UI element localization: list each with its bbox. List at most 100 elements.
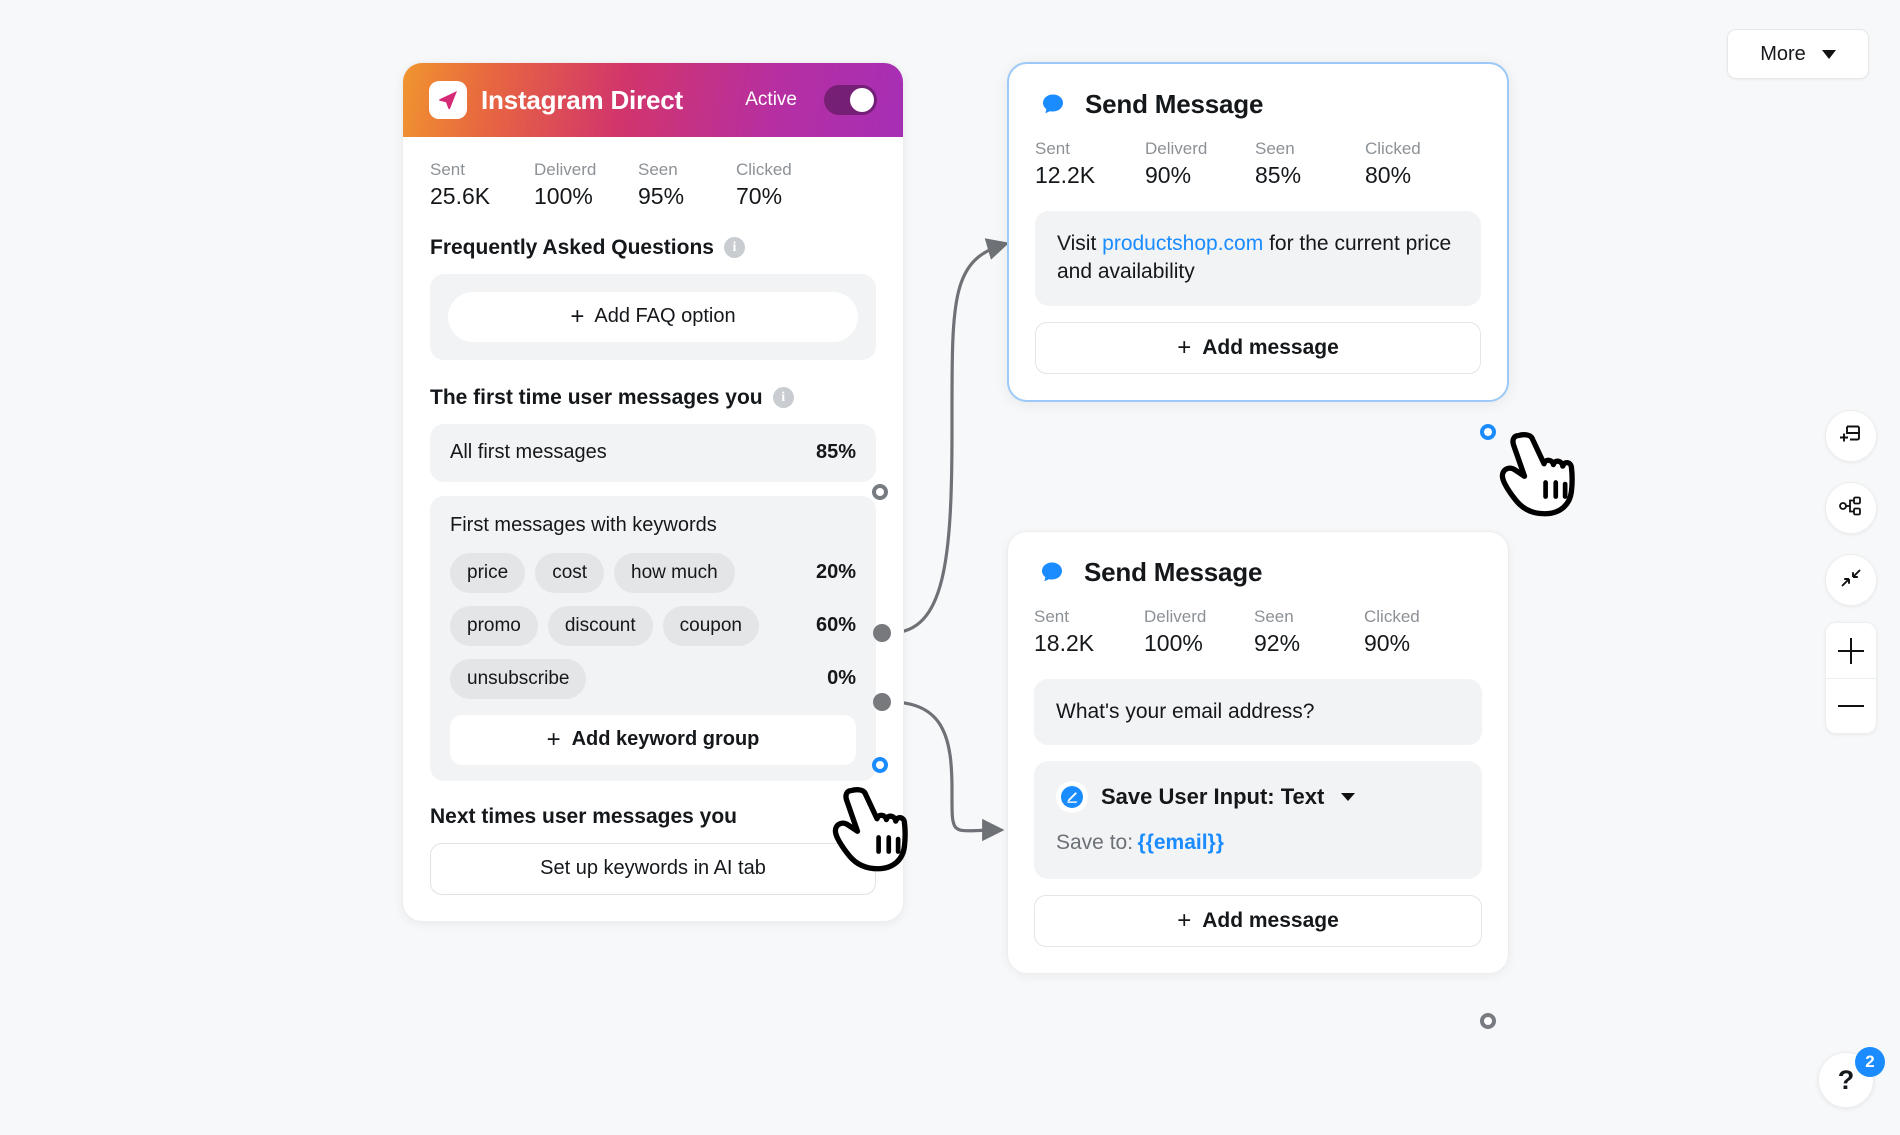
stat-sent: Sent 18.2K: [1034, 606, 1144, 659]
stat-delivered: Deliverd 90%: [1145, 138, 1255, 191]
stat-seen: Seen 85%: [1255, 138, 1365, 191]
first-time-section-title: The first time user messages you i: [430, 386, 876, 410]
fit-screen-icon: [1838, 565, 1864, 596]
stat-delivered: Deliverd 100%: [534, 159, 638, 212]
add-keyword-group-button[interactable]: + Add keyword group: [450, 714, 856, 765]
message-bubble-1[interactable]: Visit productshop.com for the current pr…: [1035, 210, 1481, 306]
output-handle-card-1[interactable]: [1480, 424, 1496, 440]
save-user-input-block[interactable]: Save User Input: Text Save to: {{email}}: [1034, 761, 1482, 880]
output-handle-keywords-20[interactable]: [873, 624, 891, 642]
send-message-header-1: Send Message: [1035, 86, 1481, 122]
setup-keywords-ai-tab-button[interactable]: Set up keywords in AI tab: [430, 842, 876, 895]
save-to-label: Save to:: [1056, 831, 1134, 855]
stat-delivered: Deliverd 100%: [1144, 606, 1254, 659]
zoom-controls[interactable]: [1825, 622, 1877, 734]
trigger-stats-row: Sent 25.6K Deliverd 100% Seen 95% Clicke…: [430, 159, 876, 212]
output-handle-keywords-0[interactable]: [872, 757, 888, 773]
faq-title-text: Frequently Asked Questions: [430, 235, 714, 259]
zoom-in-button[interactable]: [1826, 623, 1876, 678]
send-plane-icon: [429, 81, 467, 119]
add-message-button-1[interactable]: + Add message: [1035, 321, 1481, 374]
next-times-section-title: Next times user messages you: [430, 805, 876, 829]
stat-value: 95%: [638, 182, 685, 209]
zoom-out-button[interactable]: [1826, 678, 1876, 733]
stat-value: 25.6K: [430, 182, 491, 209]
output-handle-all-first-messages[interactable]: [872, 484, 888, 500]
stat-seen: Seen 95%: [638, 159, 736, 212]
stat-label: Seen: [1255, 139, 1295, 158]
keyword-row[interactable]: price cost how much 20%: [450, 552, 856, 593]
keyword-chip[interactable]: how much: [614, 552, 735, 593]
help-notification-badge[interactable]: 2: [1855, 1047, 1885, 1077]
add-message-button-2[interactable]: + Add message: [1034, 895, 1482, 948]
bubble-link[interactable]: productshop.com: [1102, 232, 1263, 255]
send-message-title-2: Send Message: [1084, 556, 1263, 587]
stat-value: 90%: [1364, 629, 1411, 656]
chevron-down-icon[interactable]: [1341, 793, 1356, 802]
canvas-tools[interactable]: [1825, 410, 1877, 606]
save-to-variable[interactable]: {{email}}: [1138, 831, 1224, 854]
flow-tree-icon: [1838, 493, 1864, 524]
stat-clicked: Clicked 90%: [1364, 606, 1474, 659]
hand-cursor-card-1: [1499, 432, 1575, 517]
add-node-button[interactable]: [1825, 410, 1877, 462]
stat-label: Deliverd: [1145, 139, 1208, 158]
all-first-messages-label: All first messages: [450, 441, 607, 464]
keyword-chip[interactable]: price: [450, 552, 526, 593]
add-message-label: Add message: [1202, 335, 1339, 359]
first-time-title-text: The first time user messages you: [430, 385, 763, 409]
send-message-card-2[interactable]: Send Message Sent 18.2K Deliverd 100% Se…: [1007, 531, 1509, 975]
flow-canvas[interactable]: More Instagram Direct Active Sent 25.6K: [0, 0, 1900, 1135]
keyword-row[interactable]: unsubscribe 0%: [450, 658, 856, 699]
keyword-chip[interactable]: promo: [450, 605, 538, 646]
send-message-stats-2: Sent 18.2K Deliverd 100% Seen 92% Clicke…: [1034, 606, 1482, 659]
question-mark-icon: ?: [1837, 1064, 1855, 1095]
send-message-stats-1: Sent 12.2K Deliverd 90% Seen 85% Clicked…: [1035, 138, 1481, 191]
save-to-row: Save to: {{email}}: [1056, 831, 1460, 855]
plus-icon: +: [1177, 907, 1192, 935]
keyword-row-percent: 60%: [815, 614, 856, 637]
more-button[interactable]: More: [1727, 29, 1869, 79]
add-faq-option-button[interactable]: + Add FAQ option: [448, 291, 858, 342]
send-message-title-1: Send Message: [1085, 88, 1264, 119]
plus-icon: +: [1177, 333, 1192, 361]
instagram-direct-trigger-card[interactable]: Instagram Direct Active Sent 25.6K Deliv…: [402, 62, 904, 922]
stat-label: Seen: [638, 160, 678, 179]
keyword-chip[interactable]: coupon: [662, 605, 759, 646]
connector-edges: [889, 238, 1010, 842]
stat-label: Sent: [1035, 139, 1070, 158]
stat-label: Sent: [1034, 607, 1069, 626]
output-handle-card-2[interactable]: [1480, 1013, 1496, 1029]
stat-value: 12.2K: [1035, 161, 1096, 188]
stat-label: Deliverd: [1144, 607, 1207, 626]
faq-block: + Add FAQ option: [430, 273, 876, 360]
send-message-header-2: Send Message: [1034, 554, 1482, 590]
stat-label: Deliverd: [534, 160, 597, 179]
pencil-icon: [1056, 781, 1088, 814]
flow-layout-button[interactable]: [1825, 482, 1877, 534]
keyword-row-percent: 20%: [815, 561, 856, 584]
keyword-chip[interactable]: discount: [547, 605, 653, 646]
all-first-messages-percent: 85%: [815, 441, 856, 464]
info-icon[interactable]: i: [723, 237, 745, 259]
stat-label: Sent: [430, 160, 465, 179]
active-toggle[interactable]: [824, 85, 877, 115]
trigger-card-header: Instagram Direct Active: [403, 63, 903, 137]
keyword-chip[interactable]: cost: [535, 552, 605, 593]
add-keyword-group-label: Add keyword group: [571, 728, 760, 751]
keyword-row[interactable]: promo discount coupon 60%: [450, 605, 856, 646]
fit-to-screen-button[interactable]: [1825, 554, 1877, 606]
all-first-messages-row[interactable]: All first messages 85%: [430, 423, 876, 482]
info-icon[interactable]: i: [772, 387, 794, 409]
stat-seen: Seen 92%: [1254, 606, 1364, 659]
bubble-text-before: Visit: [1057, 231, 1103, 255]
stat-sent: Sent 12.2K: [1035, 138, 1145, 191]
keyword-row-percent: 0%: [827, 667, 856, 690]
chevron-down-icon: [1821, 49, 1836, 59]
more-button-label: More: [1760, 42, 1806, 65]
keyword-chip[interactable]: unsubscribe: [450, 658, 587, 699]
message-bubble-2[interactable]: What's your email address?: [1034, 678, 1482, 746]
output-handle-keywords-60[interactable]: [873, 693, 891, 711]
stat-value: 18.2K: [1034, 629, 1095, 656]
send-message-card-1[interactable]: Send Message Sent 12.2K Deliverd 90% See…: [1007, 62, 1509, 402]
